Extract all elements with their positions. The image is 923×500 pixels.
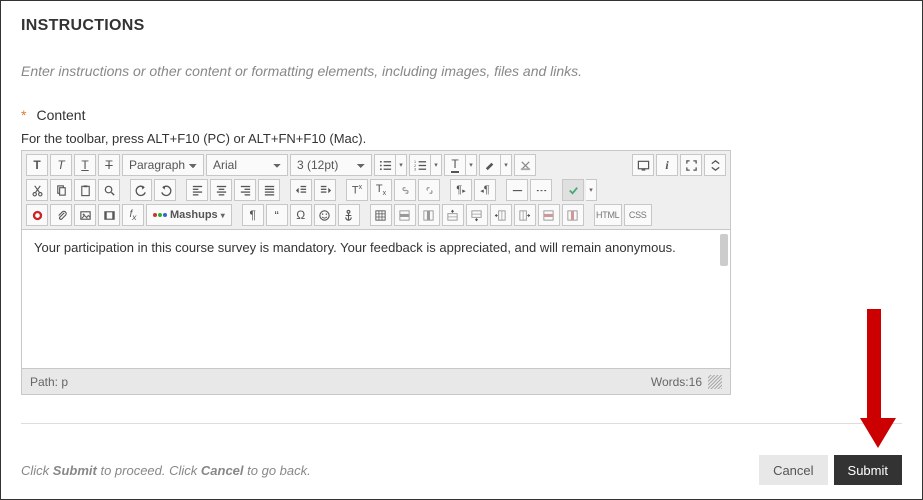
- redo-button[interactable]: [154, 179, 176, 201]
- svg-text:3: 3: [414, 167, 416, 171]
- table-button[interactable]: [370, 204, 392, 226]
- text-color-caret[interactable]: ▾: [466, 154, 477, 176]
- collapse-icon[interactable]: [704, 154, 726, 176]
- number-list-button[interactable]: 123: [409, 154, 431, 176]
- spellcheck-caret[interactable]: ▾: [586, 179, 597, 201]
- toolbar-hint: For the toolbar, press ALT+F10 (PC) or A…: [21, 131, 902, 146]
- outdent-button[interactable]: [290, 179, 312, 201]
- required-asterisk: *: [21, 107, 26, 123]
- indent-button[interactable]: [314, 179, 336, 201]
- mashups-button[interactable]: Mashups ▾: [146, 204, 232, 226]
- footer-hint: Click Submit to proceed. Click Cancel to…: [21, 463, 311, 478]
- preview-icon[interactable]: [632, 154, 654, 176]
- cancel-button[interactable]: Cancel: [759, 455, 827, 485]
- spellcheck-button[interactable]: [562, 179, 584, 201]
- strike-button[interactable]: T: [98, 154, 120, 176]
- section-subtext: Enter instructions or other content or f…: [21, 63, 902, 79]
- rtl-button[interactable]: ◂¶: [474, 179, 496, 201]
- font-select[interactable]: Arial: [206, 154, 288, 176]
- table-delete-row-button[interactable]: [538, 204, 560, 226]
- underline-button[interactable]: T: [74, 154, 96, 176]
- text-color-button[interactable]: T: [444, 154, 466, 176]
- fx-button[interactable]: fx: [122, 204, 144, 226]
- section-heading: INSTRUCTIONS: [21, 17, 902, 35]
- media-button[interactable]: [98, 204, 120, 226]
- html-button[interactable]: HTML: [594, 204, 622, 226]
- divider: [21, 423, 902, 424]
- anchor-button[interactable]: [338, 204, 360, 226]
- annotation-arrow: [860, 309, 888, 449]
- find-button[interactable]: [98, 179, 120, 201]
- paragraph-select[interactable]: Paragraph: [122, 154, 204, 176]
- subscript-button[interactable]: Tx: [370, 179, 392, 201]
- copy-button[interactable]: [50, 179, 72, 201]
- table-col-button[interactable]: [418, 204, 440, 226]
- resize-grip[interactable]: [708, 375, 722, 389]
- align-left-button[interactable]: [186, 179, 208, 201]
- record-button[interactable]: [26, 204, 48, 226]
- table-insert-row-below-button[interactable]: [466, 204, 488, 226]
- scrollbar-thumb[interactable]: [720, 234, 728, 266]
- hr-dashed-button[interactable]: [530, 179, 552, 201]
- cut-button[interactable]: [26, 179, 48, 201]
- superscript-button[interactable]: Tx: [346, 179, 368, 201]
- info-icon[interactable]: i: [656, 154, 678, 176]
- align-justify-button[interactable]: [258, 179, 280, 201]
- showblocks-button[interactable]: ¶: [242, 204, 264, 226]
- link-button[interactable]: [394, 179, 416, 201]
- emoticon-button[interactable]: [314, 204, 336, 226]
- quote-button[interactable]: “: [266, 204, 288, 226]
- editor-content[interactable]: Your participation in this course survey…: [22, 230, 730, 368]
- table-insert-col-right-button[interactable]: [514, 204, 536, 226]
- clear-format-button[interactable]: [514, 154, 536, 176]
- fullscreen-icon[interactable]: [680, 154, 702, 176]
- paste-button[interactable]: [74, 179, 96, 201]
- css-button[interactable]: CSS: [624, 204, 652, 226]
- highlight-caret[interactable]: ▾: [501, 154, 512, 176]
- ltr-button[interactable]: ¶▸: [450, 179, 472, 201]
- content-label: Content: [36, 107, 85, 123]
- table-insert-col-left-button[interactable]: [490, 204, 512, 226]
- table-delete-col-button[interactable]: [562, 204, 584, 226]
- editor-toolbar: T T T T Paragraph Arial 3 (12pt) ▾ 123 ▾…: [22, 151, 730, 230]
- align-right-button[interactable]: [234, 179, 256, 201]
- italic-button[interactable]: T: [50, 154, 72, 176]
- bullet-list-button[interactable]: [374, 154, 396, 176]
- editor-statusbar: Path: p Words:16: [22, 368, 730, 394]
- table-insert-row-above-button[interactable]: [442, 204, 464, 226]
- mashups-icon: [153, 213, 167, 217]
- hr-button[interactable]: [506, 179, 528, 201]
- table-row-button[interactable]: [394, 204, 416, 226]
- number-list-caret[interactable]: ▾: [431, 154, 442, 176]
- highlight-button[interactable]: [479, 154, 501, 176]
- rich-text-editor: T T T T Paragraph Arial 3 (12pt) ▾ 123 ▾…: [21, 150, 731, 395]
- undo-button[interactable]: [130, 179, 152, 201]
- attach-button[interactable]: [50, 204, 72, 226]
- submit-button[interactable]: Submit: [834, 455, 902, 485]
- size-select[interactable]: 3 (12pt): [290, 154, 372, 176]
- bold-button[interactable]: T: [26, 154, 48, 176]
- align-center-button[interactable]: [210, 179, 232, 201]
- symbol-button[interactable]: Ω: [290, 204, 312, 226]
- unlink-button[interactable]: [418, 179, 440, 201]
- bullet-list-caret[interactable]: ▾: [396, 154, 407, 176]
- image-button[interactable]: [74, 204, 96, 226]
